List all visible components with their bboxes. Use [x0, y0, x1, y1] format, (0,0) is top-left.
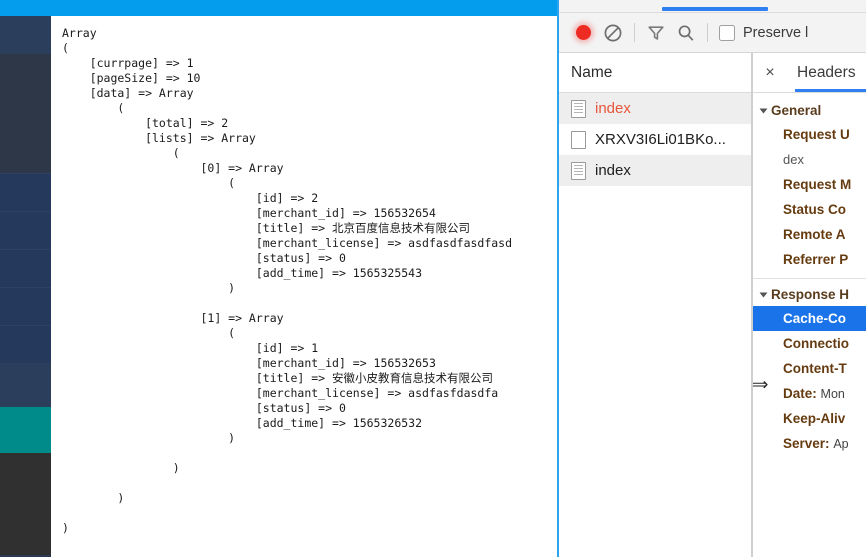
sidebar-item-1[interactable] — [0, 16, 51, 54]
header-key: Content-T — [783, 361, 847, 376]
header-key: Status Co — [783, 202, 847, 217]
header-value: Mon — [820, 387, 845, 401]
preserve-log-control[interactable]: Preserve l — [719, 24, 809, 41]
header-value: Ap — [833, 437, 849, 451]
filter-icon — [648, 25, 664, 40]
record-button[interactable] — [568, 18, 598, 48]
clear-icon — [604, 24, 622, 41]
chevron-down-icon — [759, 292, 768, 297]
chevron-down-icon — [759, 108, 768, 113]
close-icon[interactable]: × — [755, 64, 785, 82]
header-row-request-url-wrap[interactable]: dex — [753, 147, 866, 172]
header-row-content-type[interactable]: Content-T — [753, 356, 866, 381]
header-key: Connectio — [783, 336, 849, 351]
request-name: index — [595, 100, 631, 117]
section-divider — [753, 278, 866, 279]
browser-page: Array ( [currpage] => 1 [pageSize] => 10… — [0, 0, 557, 557]
record-icon — [575, 25, 591, 40]
network-request-list: Name index XRXV3I6Li01BKo... index — [559, 53, 753, 557]
search-icon — [678, 24, 694, 41]
sidebar-item-7[interactable] — [0, 325, 51, 363]
request-name: XRXV3I6Li01BKo... — [595, 131, 726, 148]
request-name: index — [595, 162, 631, 179]
network-toolbar: Preserve l — [559, 13, 866, 53]
header-row-cache-control[interactable]: Cache-Co — [753, 306, 866, 331]
header-row-status-code[interactable]: Status Co — [753, 197, 866, 222]
filter-button[interactable] — [641, 18, 671, 48]
section-response-headers[interactable]: Response H — [753, 283, 866, 306]
section-general[interactable]: General — [753, 99, 866, 122]
header-row-request-url[interactable]: Request U — [753, 122, 866, 147]
request-row-index-2[interactable]: index — [559, 155, 752, 186]
toolbar-divider-1 — [634, 23, 635, 42]
sidebar-item-2[interactable] — [0, 54, 51, 173]
header-key: Remote A — [783, 227, 846, 242]
devtools-body: Name index XRXV3I6Li01BKo... index ⟺ × H… — [559, 53, 866, 557]
resize-cursor-glyph: ⟺ — [753, 376, 768, 393]
section-title: Response H — [771, 287, 850, 302]
header-key: Server: — [783, 436, 830, 451]
column-header-name[interactable]: Name — [559, 53, 752, 93]
sidebar-item-6[interactable] — [0, 287, 51, 325]
page-content-area: Array ( [currpage] => 1 [pageSize] => 10… — [51, 16, 557, 557]
header-row-server[interactable]: Server: Ap — [753, 431, 866, 456]
toolbar-divider-2 — [707, 23, 708, 42]
preserve-log-checkbox[interactable] — [719, 24, 735, 41]
header-row-date[interactable]: Date: Mon — [753, 381, 866, 406]
sidebar-footer — [0, 453, 51, 555]
devtools-panel: Preserve l Name index XRXV3I6Li01BKo... … — [557, 0, 866, 557]
document-icon — [571, 99, 586, 118]
document-icon — [571, 161, 586, 180]
search-button[interactable] — [671, 18, 701, 48]
sidebar-item-active[interactable] — [0, 407, 51, 453]
browser-top-bar — [0, 0, 557, 16]
header-key: Cache-Co — [783, 311, 847, 326]
request-row-font[interactable]: XRXV3I6Li01BKo... — [559, 124, 752, 155]
app-sidebar[interactable] — [0, 16, 51, 557]
sidebar-item-5[interactable] — [0, 249, 51, 287]
request-detail-pane: ⟺ × Headers General Request U dex Re — [753, 53, 866, 557]
tab-network-underline — [662, 7, 768, 11]
header-key: Referrer P — [783, 252, 849, 267]
devtools-tab-strip[interactable] — [559, 0, 866, 13]
pane-divider[interactable] — [751, 53, 752, 557]
section-title: General — [771, 103, 822, 118]
header-row-connection[interactable]: Connectio — [753, 331, 866, 356]
request-row-index-1[interactable]: index — [559, 93, 752, 124]
header-row-referrer-policy[interactable]: Referrer P — [753, 247, 866, 272]
blank-file-icon — [571, 130, 586, 149]
header-row-request-method[interactable]: Request M — [753, 172, 866, 197]
tab-headers[interactable]: Headers — [795, 53, 866, 92]
preserve-log-label: Preserve l — [743, 24, 809, 41]
header-key: Request U — [783, 127, 850, 142]
php-print-r-output: Array ( [currpage] => 1 [pageSize] => 10… — [62, 26, 513, 535]
sidebar-item-8[interactable] — [0, 363, 51, 407]
clear-button[interactable] — [598, 18, 628, 48]
sidebar-item-4[interactable] — [0, 211, 51, 249]
header-key: Keep-Aliv — [783, 411, 846, 426]
header-row-keep-alive[interactable]: Keep-Aliv — [753, 406, 866, 431]
header-key: Request M — [783, 177, 852, 192]
sidebar-item-3[interactable] — [0, 173, 51, 211]
header-key: Date: — [783, 386, 817, 401]
header-row-remote-address[interactable]: Remote A — [753, 222, 866, 247]
detail-tab-bar: × Headers — [753, 53, 866, 93]
headers-list: General Request U dex Request M Status C… — [753, 93, 866, 456]
header-value: dex — [783, 152, 804, 167]
